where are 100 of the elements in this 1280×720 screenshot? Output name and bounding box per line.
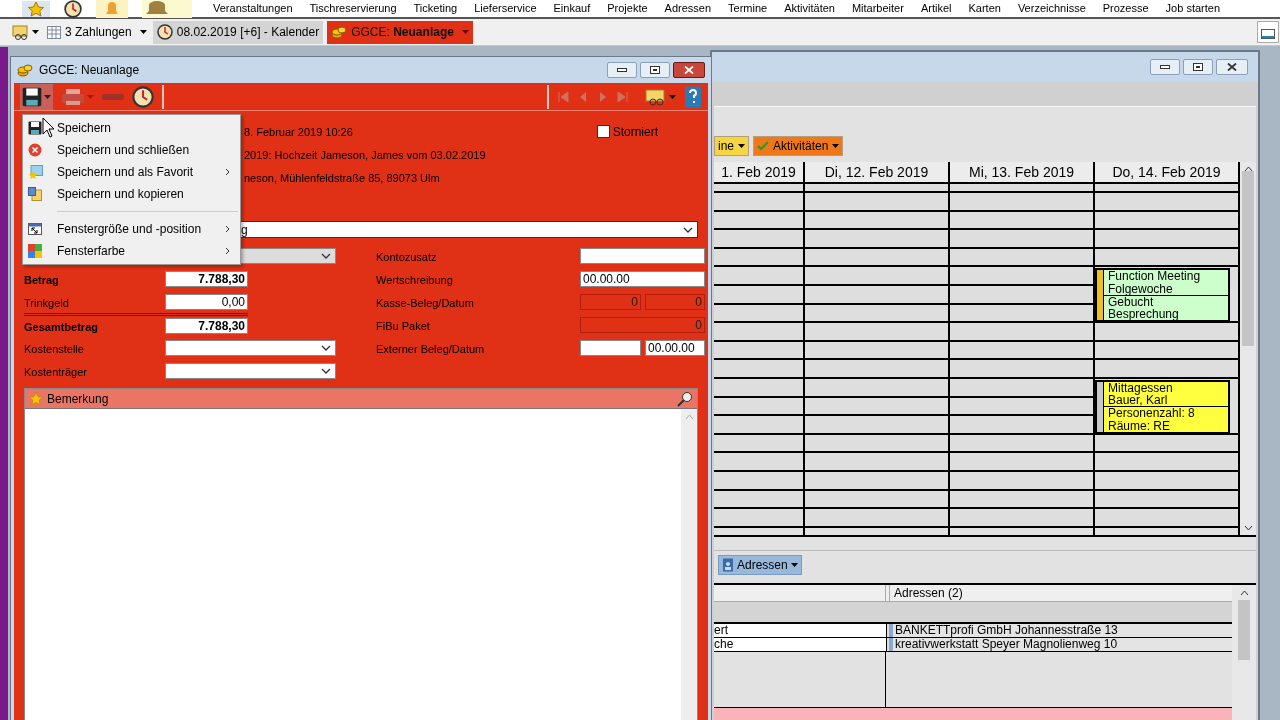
time-slot[interactable] xyxy=(950,193,1093,212)
save-icon xyxy=(22,86,42,107)
time-slot[interactable] xyxy=(805,267,948,286)
scrollbar[interactable] xyxy=(1240,162,1256,535)
folder-glasses-icon xyxy=(12,24,30,40)
close-button[interactable] xyxy=(1216,59,1248,75)
input-field[interactable] xyxy=(580,339,641,356)
save-icon xyxy=(28,121,42,135)
input-field[interactable]: 7.788,30 xyxy=(165,318,248,334)
menu-item[interactable]: Speichern xyxy=(23,117,240,139)
time-slot[interactable] xyxy=(714,193,803,212)
help-book-icon[interactable] xyxy=(684,85,702,108)
menu-item[interactable]: Termine xyxy=(728,0,768,17)
scroll-down-icon xyxy=(1243,525,1253,531)
time-slot[interactable] xyxy=(714,509,803,528)
calendar-event[interactable]: Function Meeting Folgewoche Gebucht Besprechung xyxy=(1095,268,1230,323)
time-slot[interactable] xyxy=(950,509,1093,528)
scroll-up-icon xyxy=(684,414,694,420)
time-slot[interactable] xyxy=(805,360,948,379)
time-slot[interactable] xyxy=(950,230,1093,249)
addresses-button[interactable]: Adressen xyxy=(718,555,802,575)
time-slot[interactable] xyxy=(805,323,948,342)
minimize-button[interactable] xyxy=(1150,59,1180,75)
folder-menu-button[interactable] xyxy=(12,24,39,40)
time-slot[interactable] xyxy=(714,453,803,472)
filter-button[interactable]: Aktivitäten xyxy=(753,136,844,156)
menu-item[interactable]: Speichern und schließen xyxy=(23,139,240,161)
time-slot[interactable] xyxy=(1095,184,1238,193)
menu-item[interactable]: Ticketing xyxy=(413,0,458,17)
time-slot[interactable] xyxy=(805,230,948,249)
payments-dropdown[interactable]: 3 Zahlungen xyxy=(45,21,149,43)
time-slot[interactable] xyxy=(950,360,1093,379)
time-slot[interactable] xyxy=(714,184,803,193)
menu-item[interactable]: Artikel xyxy=(920,0,952,17)
time-slot[interactable] xyxy=(805,184,948,193)
menu-item[interactable]: Mitarbeiter xyxy=(851,0,904,17)
panel-toggle-button[interactable] xyxy=(1257,21,1279,43)
menu-item[interactable]: Veranstaltungen xyxy=(213,0,293,17)
scroll-thumb[interactable] xyxy=(1238,600,1250,660)
input-field[interactable]: 0,00 xyxy=(165,293,248,310)
close-icon xyxy=(1227,63,1237,71)
time-slot[interactable] xyxy=(714,267,803,286)
print-button[interactable] xyxy=(61,87,94,106)
menu-item[interactable]: Verzeichnisse xyxy=(1017,0,1086,17)
scroll-thumb[interactable] xyxy=(1242,171,1254,346)
coins-icon xyxy=(331,24,348,40)
menu-item[interactable]: Lieferservice xyxy=(474,0,537,17)
time-slot[interactable] xyxy=(805,453,948,472)
zoom-icon[interactable] xyxy=(677,390,693,407)
folder-view-button[interactable] xyxy=(645,87,676,106)
time-slot[interactable] xyxy=(1095,453,1238,472)
time-slot[interactable] xyxy=(714,360,803,379)
time-slot[interactable] xyxy=(805,416,948,435)
dropdown-field[interactable] xyxy=(165,339,336,356)
close-button[interactable] xyxy=(673,62,705,78)
time-slot[interactable] xyxy=(1095,509,1238,528)
minimize-button[interactable] xyxy=(607,62,637,78)
time-slot[interactable] xyxy=(1095,323,1238,342)
calendar-event[interactable]: Mittagessen Bauer, Karl Personenzahl: 8 Räume: RE xyxy=(1095,379,1230,434)
time-slot[interactable] xyxy=(950,416,1093,435)
time-slot[interactable] xyxy=(1095,230,1238,249)
menu-item[interactable]: Projekte xyxy=(607,0,648,17)
time-slot[interactable] xyxy=(1095,193,1238,212)
close-icon xyxy=(684,66,694,74)
event-text: Gebucht xyxy=(1108,295,1155,309)
input-field[interactable]: 00.00.00 xyxy=(580,270,705,287)
save-dropdown-button[interactable] xyxy=(20,83,53,110)
minimize-icon xyxy=(1160,65,1170,69)
time-slot[interactable] xyxy=(950,453,1093,472)
day-header: 1. Feb 2019 xyxy=(714,162,803,184)
menu-item[interactable]: Speichern und als Favorit xyxy=(23,161,240,183)
time-slot[interactable] xyxy=(805,193,948,212)
menu-item[interactable]: Einkauf xyxy=(553,0,591,17)
time-slot[interactable] xyxy=(805,509,948,528)
window-tab[interactable]: GGCE: Neuanlage xyxy=(327,20,473,44)
input-field[interactable]: 7.788,30 xyxy=(165,270,248,287)
time-slot[interactable] xyxy=(1095,360,1238,379)
time-slot[interactable] xyxy=(950,323,1093,342)
time-slot[interactable] xyxy=(950,267,1093,286)
time-slot[interactable] xyxy=(714,230,803,249)
menu-item[interactable]: Prozesse xyxy=(1102,0,1149,17)
menu-item[interactable]: Karten xyxy=(968,0,1001,17)
menu-item[interactable]: Adressen xyxy=(664,0,712,17)
scrollbar[interactable] xyxy=(1232,585,1256,720)
window-tab[interactable]: 08.02.2019 [+6] - Kalender xyxy=(152,20,324,44)
menu-item[interactable]: Tischreservierung xyxy=(309,0,397,17)
dropdown-field[interactable] xyxy=(165,362,336,379)
maximize-button[interactable] xyxy=(1183,59,1213,75)
filter-button[interactable]: ine xyxy=(714,136,749,156)
input-field[interactable] xyxy=(580,247,705,264)
menu-item[interactable]: Fensterfarbe xyxy=(23,240,240,262)
menu-item[interactable]: Speichern und kopieren xyxy=(23,183,240,205)
time-slot[interactable] xyxy=(714,323,803,342)
time-slot[interactable] xyxy=(950,184,1093,193)
input-field[interactable]: 00.00.00 xyxy=(645,339,705,356)
time-slot[interactable] xyxy=(714,416,803,435)
menu-item[interactable]: Job starten xyxy=(1165,0,1221,17)
maximize-button[interactable] xyxy=(640,62,670,78)
checkbox[interactable] xyxy=(596,125,610,138)
menu-item[interactable]: Aktivitäten xyxy=(784,0,835,17)
